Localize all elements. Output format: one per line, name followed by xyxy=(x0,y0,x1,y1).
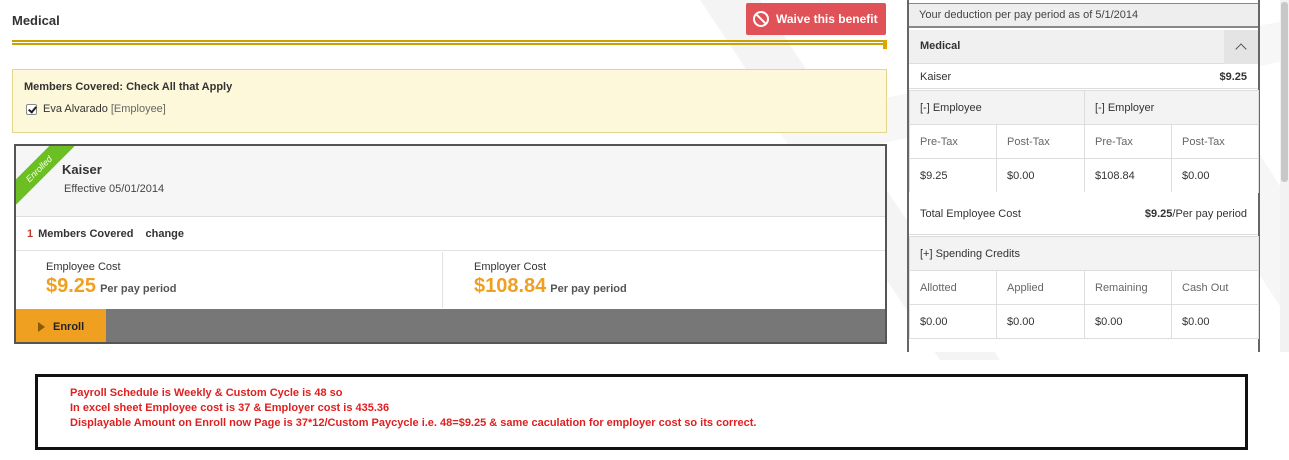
employee-post-tax-value: $0.00 xyxy=(996,158,1085,193)
credits-allotted-header: Allotted xyxy=(909,270,997,305)
employer-pre-tax-value: $108.84 xyxy=(1084,158,1172,193)
spending-credits-table: [+] Spending Credits Allotted Applied Re… xyxy=(908,236,1260,339)
member-checkbox[interactable] xyxy=(26,103,37,115)
member-checkbox-row[interactable]: Eva Alvarado [Employee] xyxy=(26,103,166,115)
annotation-note-box: Payroll Schedule is Weekly & Custom Cycl… xyxy=(35,374,1248,450)
summary-plan-row: Kaiser $9.25 xyxy=(909,65,1258,89)
credits-allotted-value: $0.00 xyxy=(909,304,997,339)
credits-applied-value: $0.00 xyxy=(996,304,1085,339)
total-employee-cost-row: Total Employee Cost $9.25/Per pay period xyxy=(909,192,1258,235)
employee-pre-tax-header: Pre-Tax xyxy=(909,124,997,159)
scrollbar-thumb[interactable] xyxy=(1281,2,1288,182)
members-covered-title: Members Covered: Check All that Apply xyxy=(24,81,233,93)
member-name: Eva Alvarado xyxy=(43,103,108,115)
employee-cost-amount: $9.25 xyxy=(46,275,97,297)
page-scrollbar[interactable] xyxy=(1280,0,1289,352)
total-employee-cost-value-group: $9.25/Per pay period xyxy=(1145,208,1247,220)
spending-credits-toggle[interactable]: [+] Spending Credits xyxy=(908,236,1260,271)
chevron-up-icon xyxy=(1235,43,1247,55)
waive-button-label: Waive this benefit xyxy=(776,12,878,26)
collapse-button[interactable] xyxy=(1224,30,1258,64)
summary-plan-name: Kaiser xyxy=(920,71,952,83)
plan-effective-date: Effective 05/01/2014 xyxy=(64,183,165,195)
employee-cost-amount-row: $9.25 Per pay period xyxy=(46,275,176,298)
enroll-bar: Enroll xyxy=(16,309,885,342)
employee-per-pay-period: Per pay period xyxy=(100,283,177,295)
employer-cost-amount: $108.84 xyxy=(474,275,547,297)
waive-benefit-button[interactable]: Waive this benefit xyxy=(746,3,886,35)
note-line: Displayable Amount on Enroll now Page is… xyxy=(70,417,757,429)
section-divider xyxy=(12,40,887,49)
plan-header: Enrolled Kaiser Effective 05/01/2014 xyxy=(16,146,885,217)
employer-post-tax-header: Post-Tax xyxy=(1170,124,1260,159)
employee-cost-label: Employee Cost xyxy=(46,261,121,273)
summary-header: Your deduction per pay period as of 5/1/… xyxy=(909,3,1258,28)
employer-cost-panel: Employer Cost $108.84 Per pay period xyxy=(444,252,885,308)
employee-cost-panel: Employee Cost $9.25 Per pay period xyxy=(16,252,443,308)
employer-cost-amount-row: $108.84 Per pay period xyxy=(474,275,627,298)
note-line: In excel sheet Employee cost is 37 & Emp… xyxy=(70,402,390,414)
member-role: [Employee] xyxy=(110,103,166,115)
members-covered-row: 1 Members Covered change xyxy=(16,217,885,251)
employer-per-pay-period: Per pay period xyxy=(550,283,627,295)
employer-cost-label: Employer Cost xyxy=(474,261,547,273)
summary-plan-amount: $9.25 xyxy=(1219,71,1247,83)
credits-remaining-value: $0.00 xyxy=(1084,304,1172,339)
employer-toggle[interactable]: [-] Employer xyxy=(1083,90,1260,125)
plan-card: Enrolled Kaiser Effective 05/01/2014 1 M… xyxy=(14,144,887,344)
note-line: Payroll Schedule is Weekly & Custom Cycl… xyxy=(70,387,343,399)
total-employee-cost-label: Total Employee Cost xyxy=(920,208,1021,220)
employer-pre-tax-header: Pre-Tax xyxy=(1084,124,1172,159)
credits-remaining-header: Remaining xyxy=(1084,270,1172,305)
play-arrow-icon xyxy=(38,321,45,332)
employee-post-tax-header: Post-Tax xyxy=(996,124,1085,159)
total-employee-cost-value: $9.25 xyxy=(1144,208,1173,220)
cost-breakdown-table: [-] Employee [-] Employer Pre-Tax Post-T… xyxy=(909,90,1260,193)
credits-cash-out-value: $0.00 xyxy=(1170,304,1260,339)
summary-section-row: Medical xyxy=(909,30,1258,64)
credits-applied-header: Applied xyxy=(996,270,1085,305)
enroll-button-label: Enroll xyxy=(53,320,85,333)
credits-cash-out-header: Cash Out xyxy=(1170,270,1260,305)
enroll-button[interactable]: Enroll xyxy=(16,309,106,342)
members-covered-label: Members Covered xyxy=(38,227,134,240)
change-members-link[interactable]: change xyxy=(146,228,185,240)
summary-section-title: Medical xyxy=(920,40,961,52)
ban-icon xyxy=(753,11,769,27)
plan-name: Kaiser xyxy=(62,162,102,177)
employee-toggle[interactable]: [-] Employee xyxy=(909,90,1085,125)
employee-pre-tax-value: $9.25 xyxy=(909,158,997,193)
total-employee-cost-suffix: /Per pay period xyxy=(1172,208,1247,220)
employer-post-tax-value: $0.00 xyxy=(1170,158,1260,193)
members-covered-box: Members Covered: Check All that Apply Ev… xyxy=(12,69,887,133)
members-count: 1 xyxy=(27,227,34,240)
section-title: Medical xyxy=(12,13,60,28)
deduction-summary-panel: Your deduction per pay period as of 5/1/… xyxy=(907,0,1260,352)
